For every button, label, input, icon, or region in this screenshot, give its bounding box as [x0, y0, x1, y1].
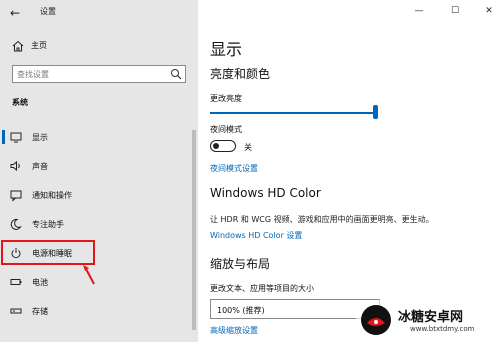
sidebar-scrollbar[interactable] [192, 130, 196, 330]
monitor-icon [10, 132, 22, 143]
sidebar-item-notifications[interactable]: 通知和操作 [0, 183, 190, 207]
search-placeholder: 查找设置 [17, 70, 49, 79]
hd-color-description: 让 HDR 和 WCG 视频、游戏和应用中的画面更明亮、更生动。 [210, 215, 434, 224]
sidebar-item-display[interactable]: 显示 [0, 125, 190, 149]
moon-icon [10, 218, 22, 230]
search-icon[interactable] [170, 68, 182, 80]
battery-icon [10, 279, 22, 285]
sidebar-item-label: 显示 [32, 133, 48, 142]
scale-dropdown-value: 100% (推荐) [217, 306, 265, 315]
sidebar-item-focus-assist[interactable]: 专注助手 [0, 212, 190, 236]
night-mode-state: 关 [244, 143, 252, 152]
sidebar-item-label: 存储 [32, 307, 48, 316]
advanced-scale-link[interactable]: 高级缩放设置 [210, 325, 258, 336]
sidebar-item-storage[interactable]: 存储 [0, 299, 190, 323]
brightness-label: 更改亮度 [210, 94, 242, 103]
hd-color-settings-link[interactable]: Windows HD Color 设置 [210, 230, 302, 241]
night-mode-label: 夜间模式 [210, 125, 242, 134]
app-title: 设置 [40, 7, 56, 16]
brightness-slider-track[interactable] [210, 112, 376, 114]
back-button[interactable]: ← [6, 4, 24, 22]
close-button[interactable]: ✕ [480, 3, 498, 19]
speaker-icon [10, 160, 20, 172]
scale-label: 更改文本、应用等项目的大小 [210, 284, 314, 293]
watermark-name: 冰糖安卓网 [398, 310, 464, 325]
watermark-logo-icon [361, 305, 391, 335]
watermark-url: www.btxtdmy.com [410, 325, 475, 333]
page-title: 显示 [210, 40, 243, 59]
brightness-slider-thumb[interactable] [373, 105, 378, 119]
scale-dropdown[interactable]: 100% (推荐) [210, 299, 380, 319]
section-label-system: 系统 [12, 98, 28, 107]
toggle-knob [213, 142, 219, 149]
home-icon [12, 40, 24, 52]
notification-icon [10, 190, 22, 202]
sidebar-item-label: 专注助手 [32, 220, 64, 229]
sidebar-item-home[interactable]: 主页 [0, 36, 198, 56]
home-label: 主页 [31, 41, 47, 50]
night-mode-toggle[interactable] [210, 140, 236, 152]
sidebar-item-sound[interactable]: 声音 [0, 154, 190, 178]
settings-sidebar: ← 设置 主页 查找设置 系统 显示 声音 通知和操作 专注助手 电源和睡眠 电… [0, 0, 198, 342]
window-controls: — ☐ ✕ [400, 0, 500, 22]
minimize-button[interactable]: — [410, 3, 428, 19]
settings-content: — ☐ ✕ 显示 亮度和颜色 更改亮度 夜间模式 关 夜间模式设置 Window… [198, 0, 500, 342]
scale-layout-heading: 缩放与布局 [210, 257, 271, 271]
annotation-arrow-icon [83, 265, 95, 285]
brightness-section-heading: 亮度和颜色 [210, 67, 271, 81]
sidebar-item-label: 电池 [32, 278, 48, 287]
search-input[interactable]: 查找设置 [12, 65, 186, 83]
maximize-button[interactable]: ☐ [446, 3, 464, 19]
sidebar-item-label: 声音 [32, 162, 48, 171]
watermark: 冰糖安卓网 www.btxtdmy.com [356, 300, 500, 342]
sidebar-title-bar: ← 设置 [0, 0, 198, 26]
night-mode-settings-link[interactable]: 夜间模式设置 [210, 163, 258, 174]
hd-color-heading: Windows HD Color [210, 186, 321, 200]
storage-icon [10, 308, 22, 314]
sidebar-item-label: 通知和操作 [32, 191, 72, 200]
